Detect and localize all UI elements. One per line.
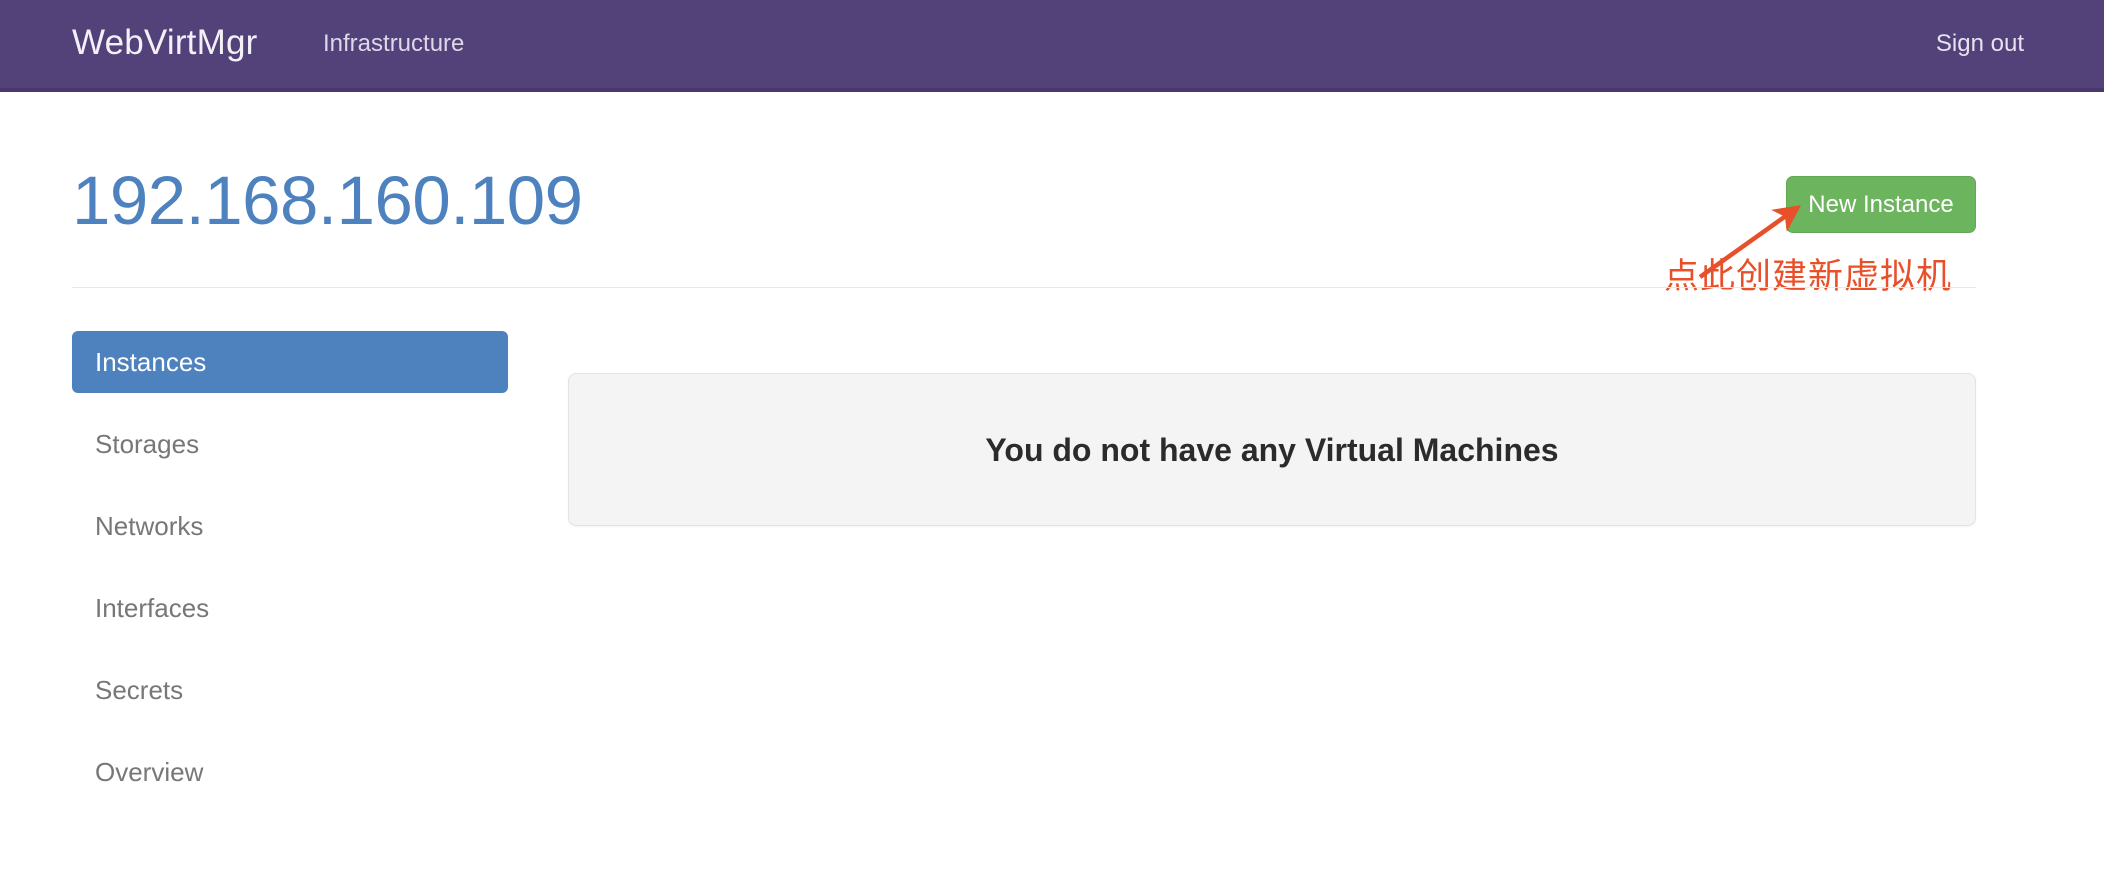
top-navbar: WebVirtMgr Infrastructure Sign out [0,0,2104,92]
instances-panel-body: You do not have any Virtual Machines [569,374,1975,525]
brand-logo[interactable]: WebVirtMgr [72,22,257,64]
sidebar-item-interfaces[interactable]: Interfaces [72,577,508,639]
new-instance-button[interactable]: New Instance [1786,176,1976,233]
sidebar-item-storages[interactable]: Storages [72,413,508,475]
nav-item-infrastructure[interactable]: Infrastructure [323,29,464,59]
sidebar-item-secrets[interactable]: Secrets [72,659,508,721]
page-title: 192.168.160.109 [72,162,583,239]
sidebar-item-networks[interactable]: Networks [72,495,508,557]
header-divider [72,287,1976,288]
instances-panel: You do not have any Virtual Machines [568,373,1976,526]
sign-out-link[interactable]: Sign out [1936,29,2024,59]
sidebar-item-overview[interactable]: Overview [72,741,508,803]
sidebar-item-instances[interactable]: Instances [72,331,508,393]
empty-state-message: You do not have any Virtual Machines [985,431,1559,468]
annotation-text: 点此创建新虚拟机 [1664,257,1953,296]
sidebar-nav: Instances Storages Networks Interfaces S… [72,331,508,823]
